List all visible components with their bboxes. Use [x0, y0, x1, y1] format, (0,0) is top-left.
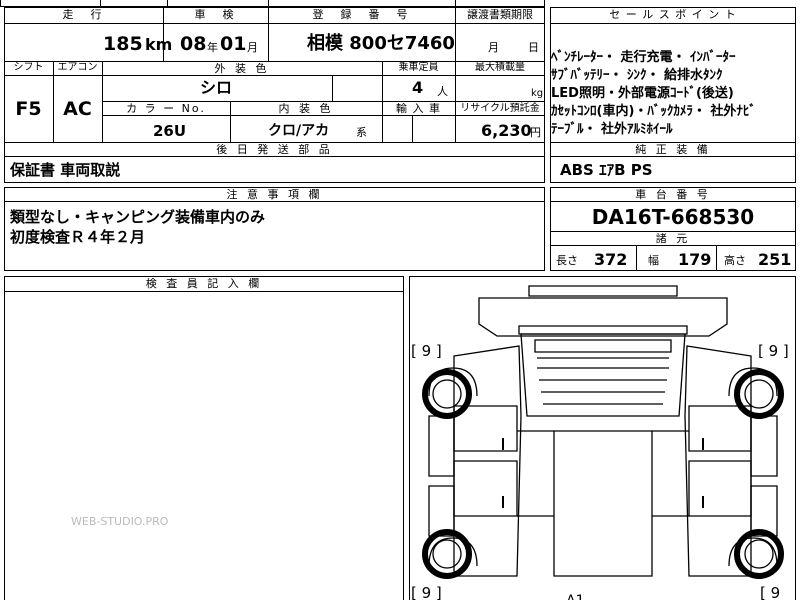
genuine-equipment-header: 純 正 装 備 [635, 144, 711, 156]
tire-tread-front-right: [ 9 ] [758, 342, 789, 360]
width-value: 179 [678, 250, 712, 269]
inspection-month-unit: 月 [247, 41, 258, 54]
height-label: 高さ [724, 254, 746, 267]
color-no-value: 26U [153, 122, 187, 140]
chassis-number: DA16T-668530 [591, 205, 755, 229]
max-load-unit: kg [531, 88, 544, 99]
interior-color-value: クロ/アカ [268, 123, 330, 139]
notes-line-2: 初度検査Ｒ４年２月 [10, 228, 146, 246]
sales-points-header: セ ー ル ス ポ イ ン ト [609, 9, 737, 21]
left-panel-4 [428, 485, 455, 537]
vehicle-diagram [422, 285, 784, 579]
exterior-color-value: シロ [200, 78, 233, 97]
shift-header: シフト [13, 62, 44, 73]
transfer-month-unit: 月 [488, 41, 499, 54]
inspection-year: 08 [180, 33, 207, 55]
aircon-header: エアコン [57, 62, 98, 73]
door-handles [502, 438, 704, 508]
roof-top-outline [528, 285, 678, 297]
tire-tread-rear-left: [ 9 ] [411, 584, 442, 600]
capacity-unit: 人 [437, 85, 448, 98]
recycle-fee-value: 6,230 [481, 121, 532, 140]
right-panel-3 [688, 460, 752, 517]
sales-point-line: ﾍﾞﾝﾁﾚｰﾀｰ・ 走行充電・ ｲﾝﾊﾞｰﾀｰ [551, 50, 736, 65]
recycle-fee-unit: 円 [530, 126, 541, 139]
hood-lines [537, 357, 669, 405]
inspection-month: 01 [220, 33, 247, 55]
mileage-header: 走 行 [62, 9, 105, 21]
transfer-deadline-header: 譲渡書類期限 [467, 9, 533, 21]
sales-point-line: ﾃｰﾌﾞﾙ・ 社外ｱﾙﾐﾎｲｰﾙ [551, 122, 673, 137]
height-value: 251 [758, 250, 792, 269]
max-load-header: 最大積載量 [475, 62, 525, 73]
rear-inner [518, 325, 688, 335]
capacity-value: 4 [412, 78, 424, 97]
windshield [534, 339, 672, 353]
transfer-day-unit: 日 [528, 41, 539, 54]
tire-tread-front-left: [ 9 ] [411, 342, 442, 360]
inspection-header: 車 検 [194, 9, 237, 21]
parts-header: 後 日 発 送 部 品 [216, 144, 333, 156]
inspector-header: 検 査 員 記 入 欄 [145, 278, 263, 290]
shift-value: F5 [15, 98, 42, 120]
sales-point-line: LED照明・外部電源ｺｰﾄﾞ(後送) [551, 86, 734, 101]
capacity-header: 乗車定員 [398, 62, 439, 73]
interior-color-header: 内 装 色 [278, 103, 334, 115]
interior-color-suffix: 系 [356, 126, 367, 139]
length-label: 長さ [556, 254, 578, 267]
notes-header: 注 意 事 項 欄 [226, 189, 323, 201]
inspection-year-unit: 年 [207, 41, 218, 54]
front-right-tire [734, 369, 784, 419]
aircon-value: AC [63, 98, 92, 120]
cargo-bed [553, 430, 653, 577]
sales-point-line: ｶｾｯﾄｺﾝﾛ(車内)・ﾊﾞｯｸｶﾒﾗ・ 社外ﾅﾋﾞ [551, 104, 756, 119]
length-value: 372 [594, 250, 628, 269]
rear-bumper-outline [478, 297, 728, 337]
watermark: WEB-STUDIO.PRO [71, 515, 169, 528]
width-label: 幅 [648, 254, 659, 267]
exterior-color-header: 外 装 色 [214, 63, 270, 75]
top-cut-cells [0, 0, 545, 7]
damage-mark-a1: A1 [566, 592, 584, 600]
right-panel-4 [750, 485, 778, 537]
color-no-header: カ ラ ー No. [126, 103, 206, 115]
specs-header: 諸 元 [655, 233, 691, 245]
genuine-equipment-value: ABS ｴｱB PS [560, 161, 653, 179]
registration-number: 相模 800セ7460 [307, 33, 455, 54]
inspector-notes-panel [4, 276, 404, 600]
recycle-header: リサイクル預託金 [460, 103, 540, 114]
notes-line-1: 類型なし・キャンピング装備車内のみ [10, 208, 266, 226]
import-header: 輸 入 車 [396, 103, 441, 115]
right-panel-2 [688, 405, 752, 452]
tire-tread-rear-right: [ 9 [760, 584, 781, 600]
parts-value: 保証書 車両取説 [10, 161, 121, 179]
front-left-tire [422, 369, 472, 419]
chassis-header: 車 台 番 号 [635, 189, 711, 201]
mileage-value: 185 [103, 33, 143, 55]
cargo-sides [517, 430, 689, 517]
left-panel-1 [428, 415, 455, 477]
sales-point-line: ｻﾌﾞﾊﾞｯﾃﾘｰ・ ｼﾝｸ・ 給排水ﾀﾝｸ [551, 68, 723, 83]
mileage-unit: km [145, 35, 173, 54]
right-panel-1 [750, 415, 778, 477]
registration-header: 登 録 番 号 [312, 9, 411, 21]
left-panel-3 [453, 460, 518, 517]
